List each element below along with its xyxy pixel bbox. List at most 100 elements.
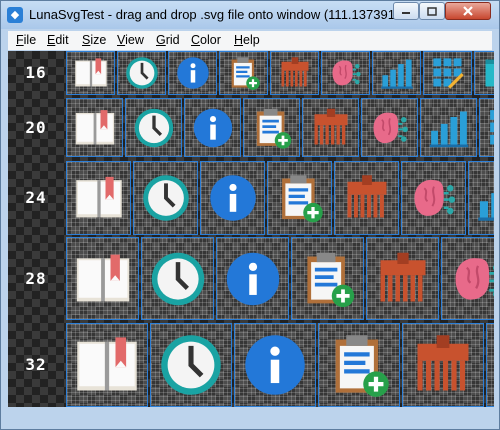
icon-cell[interactable]	[361, 98, 418, 157]
icon-cell[interactable]	[200, 161, 265, 235]
menu-size[interactable]: Size	[82, 33, 106, 47]
icon-cell[interactable]	[270, 51, 319, 95]
icon-cell[interactable]	[479, 98, 494, 157]
info-icon	[226, 252, 279, 305]
maximize-button[interactable]	[419, 2, 445, 20]
clock-icon	[161, 335, 221, 395]
icon-row: 16	[8, 51, 494, 95]
icon-row: 28	[8, 237, 494, 320]
brain-icon	[414, 179, 455, 216]
icon-cell[interactable]	[468, 161, 494, 235]
chart-icon	[477, 193, 494, 221]
info-icon	[176, 57, 209, 89]
chart-icon	[380, 59, 413, 89]
icon-cell[interactable]	[423, 51, 472, 95]
icon-cell[interactable]	[474, 51, 494, 95]
icon-cell[interactable]	[234, 323, 316, 407]
comb-icon	[314, 108, 347, 144]
size-label: 24	[25, 188, 47, 207]
comb-icon	[417, 335, 469, 391]
icon-cell[interactable]	[168, 51, 217, 95]
clipboard-add-icon	[335, 335, 389, 397]
icon-cell[interactable]	[66, 323, 148, 407]
app-icon: ◆	[7, 7, 23, 23]
info-icon	[245, 335, 305, 395]
grid-pencil-icon	[489, 109, 494, 144]
icon-cell[interactable]	[216, 237, 289, 320]
menu-file[interactable]: File	[16, 33, 36, 47]
clock-icon	[151, 252, 204, 305]
app-window: ◆ LunaSvgTest - drag and drop .svg file …	[0, 0, 500, 430]
icon-cell[interactable]	[486, 323, 494, 407]
icon-cell[interactable]	[66, 237, 139, 320]
comb-icon	[380, 252, 425, 301]
icon-cell[interactable]	[291, 237, 364, 320]
icon-row: 24	[8, 161, 494, 235]
icon-cell[interactable]	[402, 323, 484, 407]
comb-icon	[281, 57, 308, 87]
icon-cell[interactable]	[318, 323, 400, 407]
minimize-button[interactable]	[393, 2, 419, 20]
icon-cell[interactable]	[184, 98, 241, 157]
brain-icon	[455, 257, 494, 300]
close-button[interactable]	[445, 2, 491, 20]
comb-icon	[347, 175, 386, 218]
menu-help[interactable]: Help	[234, 33, 260, 47]
menu-color[interactable]: Color	[191, 33, 221, 47]
grid-pencil-icon	[432, 58, 464, 89]
window-bottom-frame	[8, 407, 494, 424]
icon-row: 20	[8, 98, 494, 157]
size-label: 28	[25, 268, 47, 288]
maximize-icon	[427, 6, 437, 16]
icon-cell[interactable]	[321, 51, 370, 95]
icon-cell[interactable]	[219, 51, 268, 95]
info-icon	[209, 175, 256, 221]
icon-cell[interactable]	[243, 98, 300, 157]
clock-icon	[125, 57, 158, 89]
icon-cell[interactable]	[366, 237, 439, 320]
icon-preview-canvas[interactable]: 16 20 24 28 32	[8, 51, 494, 407]
extra-icon	[485, 59, 494, 87]
icon-cell[interactable]	[133, 161, 198, 235]
title-bar[interactable]: ◆ LunaSvgTest - drag and drop .svg file …	[1, 1, 499, 29]
clock-icon	[142, 175, 189, 221]
icon-cell[interactable]	[372, 51, 421, 95]
size-label: 32	[25, 355, 47, 374]
icon-cell[interactable]	[150, 323, 232, 407]
icon-cell[interactable]	[141, 237, 214, 320]
icon-cell[interactable]	[441, 237, 494, 320]
icon-cell[interactable]	[125, 98, 182, 157]
icon-cell[interactable]	[66, 98, 123, 157]
clock-icon	[134, 108, 173, 147]
book-icon	[74, 58, 107, 87]
clipboard-add-icon	[306, 252, 354, 307]
size-label: 20	[25, 117, 47, 137]
book-icon	[75, 109, 114, 144]
icon-cell[interactable]	[334, 161, 399, 235]
menu-grid[interactable]: Grid	[156, 33, 180, 47]
icon-cell[interactable]	[117, 51, 166, 95]
menu-bar: File Edit Size View Grid Color Help	[8, 31, 492, 50]
icon-cell[interactable]	[66, 51, 115, 95]
brain-icon	[332, 60, 361, 86]
book-icon	[76, 254, 129, 301]
close-icon	[463, 6, 473, 16]
brain-icon	[493, 331, 494, 399]
brain-icon	[373, 112, 408, 143]
icon-cell[interactable]	[267, 161, 332, 235]
menu-edit[interactable]: Edit	[47, 33, 69, 47]
size-label: 16	[25, 63, 47, 82]
icon-cell[interactable]	[302, 98, 359, 157]
icon-cell[interactable]	[66, 161, 131, 235]
minimize-icon	[402, 12, 410, 14]
window-title: LunaSvgTest - drag and drop .svg file on…	[29, 7, 417, 22]
chart-icon	[429, 111, 468, 147]
info-icon	[193, 108, 232, 147]
clipboard-add-icon	[231, 57, 260, 90]
clipboard-add-icon	[256, 108, 291, 149]
book-icon	[75, 176, 122, 218]
menu-view[interactable]: View	[117, 33, 144, 47]
icon-cell[interactable]	[401, 161, 466, 235]
icon-cell[interactable]	[420, 98, 477, 157]
icon-row: 32	[8, 323, 494, 407]
